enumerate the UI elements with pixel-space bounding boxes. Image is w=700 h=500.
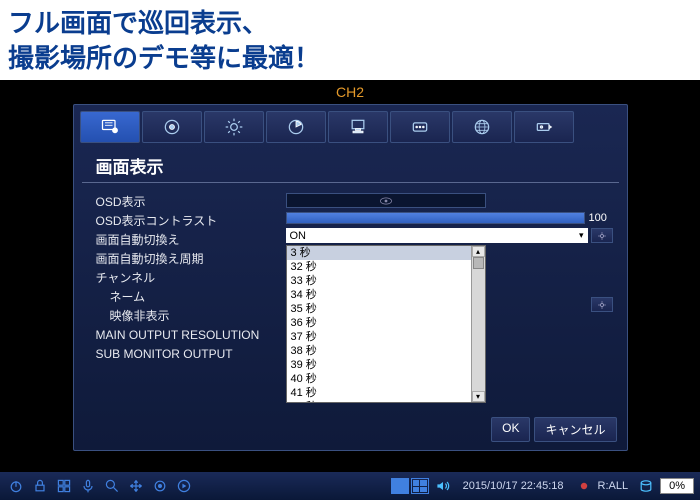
speaker-icon[interactable] xyxy=(433,476,453,496)
dropdown-item[interactable]: 40 秒 xyxy=(287,372,485,386)
dropdown-item[interactable]: 32 秒 xyxy=(287,260,485,274)
scroll-thumb[interactable] xyxy=(473,257,484,269)
lock-icon[interactable] xyxy=(30,476,50,496)
controls-column: 100 ON ▾ 3 秒 32 秒 33 秒 xyxy=(286,193,613,403)
chevron-down-icon: ▾ xyxy=(579,230,584,241)
auto-switch-select[interactable]: ON ▾ xyxy=(286,228,588,243)
label-video-hide: 映像非表示 xyxy=(96,307,286,326)
section-title: 画面表示 xyxy=(82,147,619,183)
dropdown-scrollbar[interactable]: ▴ ▾ xyxy=(471,246,485,402)
dropdown-item[interactable]: 36 秒 xyxy=(287,316,485,330)
layout-single[interactable] xyxy=(391,478,409,494)
label-sub-output: SUB MONITOR OUTPUT xyxy=(96,345,286,364)
dropdown-item[interactable]: 38 秒 xyxy=(287,344,485,358)
label-auto-switch-period: 画面自動切換え周期 xyxy=(96,250,286,269)
gear-icon xyxy=(596,300,608,310)
taskbar: 2015/10/17 22:45:18 R:ALL 0% xyxy=(0,472,700,500)
scroll-up-button[interactable]: ▴ xyxy=(472,246,485,257)
mic-icon[interactable] xyxy=(78,476,98,496)
power-icon[interactable] xyxy=(6,476,26,496)
taskbar-rec-indicator xyxy=(574,476,594,496)
taskbar-rec-label: R:ALL xyxy=(598,480,629,492)
layout-buttons xyxy=(391,478,429,494)
grid-icon[interactable] xyxy=(54,476,74,496)
settings-panel: 画面表示 OSD表示 OSD表示コントラスト 画面自動切換え 画面自動切換え周期… xyxy=(73,104,628,451)
tab-maintenance[interactable] xyxy=(514,111,574,143)
taskbar-datetime: 2015/10/17 22:45:18 xyxy=(463,480,564,492)
playback-icon[interactable] xyxy=(174,476,194,496)
eye-icon xyxy=(379,196,393,206)
osd-display-button[interactable] xyxy=(286,193,486,208)
scroll-down-button[interactable]: ▾ xyxy=(472,391,485,402)
dropdown-item[interactable]: 3 秒 xyxy=(287,246,485,260)
channel-label: CH2 xyxy=(0,80,700,104)
dropdown-item[interactable]: 37 秒 xyxy=(287,330,485,344)
field-labels: OSD表示 OSD表示コントラスト 画面自動切換え 画面自動切換え周期 チャンネ… xyxy=(96,193,286,403)
tab-settings[interactable] xyxy=(204,111,264,143)
period-dropdown[interactable]: 3 秒 32 秒 33 秒 34 秒 35 秒 36 秒 37 秒 38 秒 3… xyxy=(286,245,486,403)
search-icon[interactable] xyxy=(102,476,122,496)
gear-icon xyxy=(596,231,608,241)
record-icon[interactable] xyxy=(150,476,170,496)
name-config-button[interactable] xyxy=(591,297,613,312)
dropdown-item[interactable]: 42 秒 xyxy=(287,400,485,402)
layout-quad[interactable] xyxy=(411,478,429,494)
tabbar xyxy=(74,105,627,143)
dropdown-item[interactable]: 34 秒 xyxy=(287,288,485,302)
contrast-value: 100 xyxy=(589,212,613,224)
ok-button[interactable]: OK xyxy=(491,417,530,442)
tab-display[interactable] xyxy=(80,111,140,143)
form-area: OSD表示 OSD表示コントラスト 画面自動切換え 画面自動切換え周期 チャンネ… xyxy=(74,183,627,413)
label-osd-display: OSD表示 xyxy=(96,193,286,212)
dialog-buttons: OK キャンセル xyxy=(74,413,627,450)
label-channel: チャンネル xyxy=(96,269,286,288)
tab-schedule[interactable] xyxy=(266,111,326,143)
dropdown-item[interactable]: 39 秒 xyxy=(287,358,485,372)
label-osd-contrast: OSD表示コントラスト xyxy=(96,212,286,231)
dropdown-item[interactable]: 41 秒 xyxy=(287,386,485,400)
dropdown-item[interactable]: 33 秒 xyxy=(287,274,485,288)
label-name: ネーム xyxy=(96,288,286,307)
cancel-button[interactable]: キャンセル xyxy=(534,417,616,442)
label-auto-switch: 画面自動切換え xyxy=(96,231,286,250)
promo-heading: フル画面で巡回表示、 撮影場所のデモ等に最適！ xyxy=(0,0,700,80)
auto-switch-config-button[interactable] xyxy=(591,228,613,243)
tab-device[interactable] xyxy=(328,111,388,143)
ptz-icon[interactable] xyxy=(126,476,146,496)
tab-network[interactable] xyxy=(452,111,512,143)
hdd-percent: 0% xyxy=(660,478,694,494)
label-main-output: MAIN OUTPUT RESOLUTION xyxy=(96,326,286,345)
contrast-slider[interactable] xyxy=(286,212,585,224)
tab-info[interactable] xyxy=(390,111,450,143)
dvr-screen: CH2 画面表示 OSD表示 OSD表示コントラスト 画面自動切換え 画面自動切… xyxy=(0,80,700,500)
dropdown-item[interactable]: 35 秒 xyxy=(287,302,485,316)
dropdown-list: 3 秒 32 秒 33 秒 34 秒 35 秒 36 秒 37 秒 38 秒 3… xyxy=(287,246,485,402)
hdd-icon xyxy=(636,476,656,496)
tab-record[interactable] xyxy=(142,111,202,143)
